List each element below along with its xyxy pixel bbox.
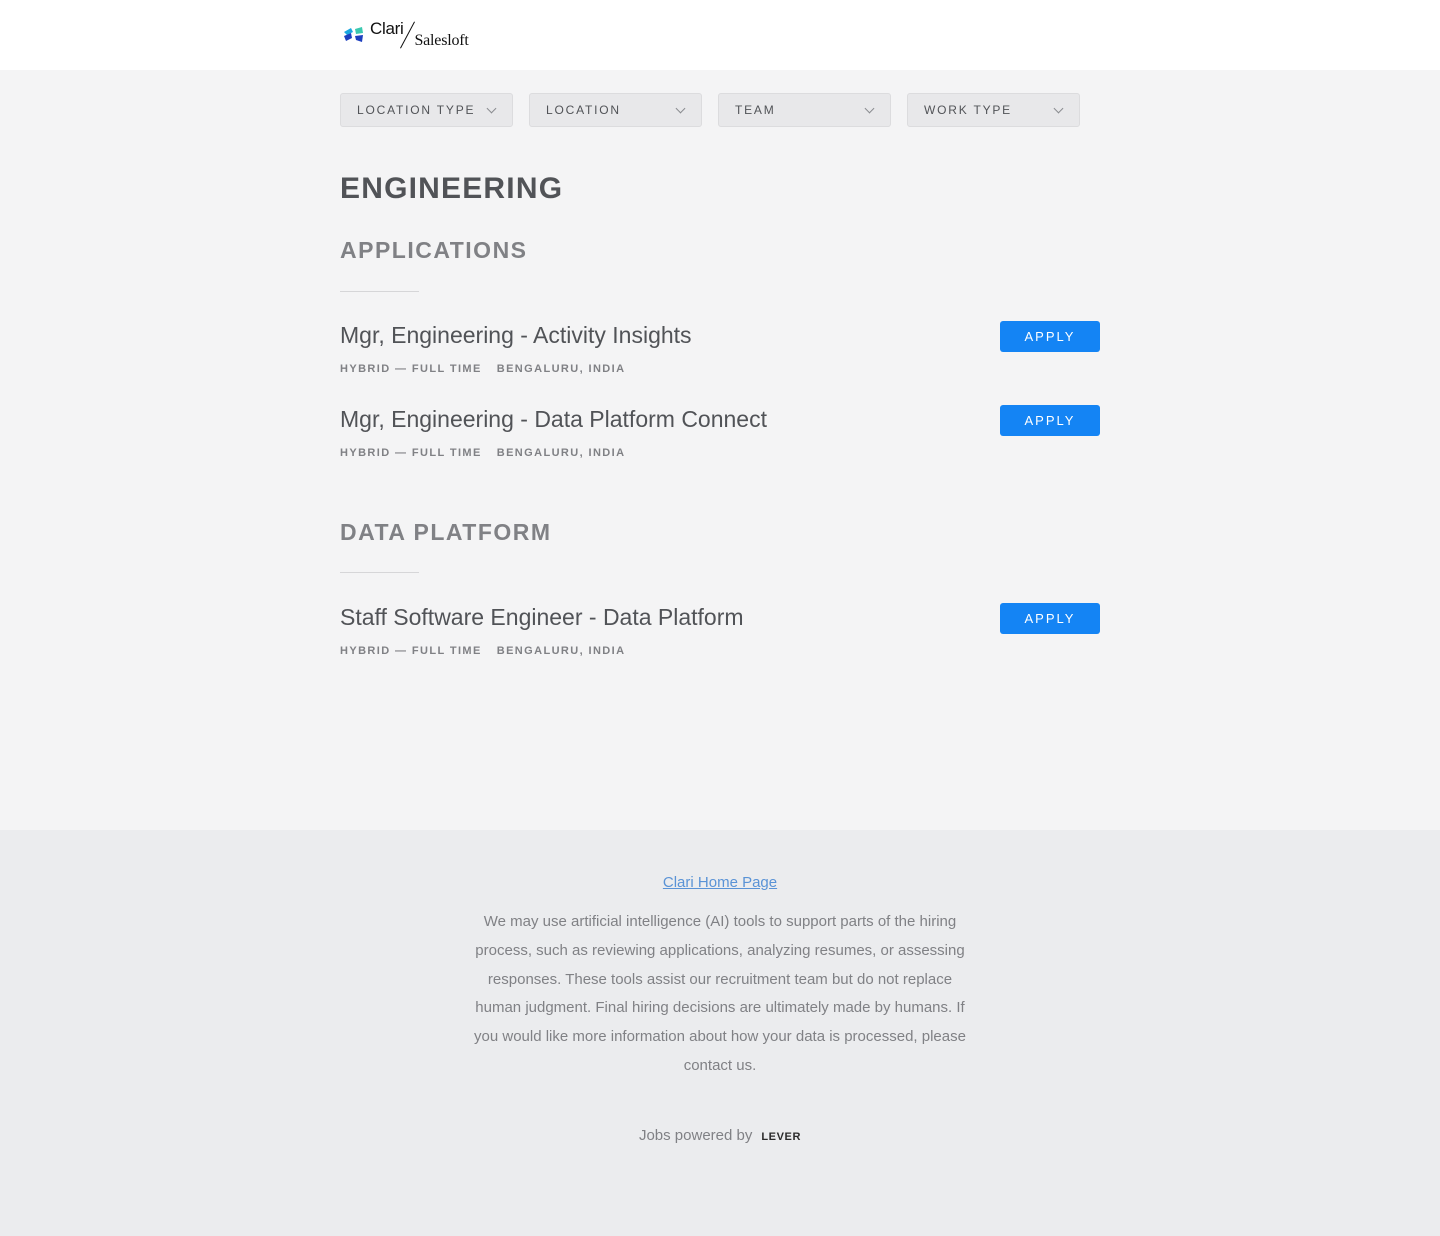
apply-button[interactable]: APPLY (1000, 321, 1100, 352)
apply-button[interactable]: APPLY (1000, 603, 1100, 634)
posting-title-link[interactable]: Mgr, Engineering - Activity Insights (340, 322, 692, 349)
chevron-down-icon (864, 103, 875, 113)
department-title: ENGINEERING (340, 172, 564, 205)
chevron-down-icon (1053, 103, 1064, 113)
lever-logo[interactable]: LEVER (761, 1131, 801, 1143)
posting-row: Mgr, Engineering - Data Platform Connect… (340, 405, 1100, 466)
logo-text-primary: Clari (370, 19, 404, 38)
filter-team[interactable]: TEAM (718, 93, 891, 127)
posting-row: Staff Software Engineer - Data Platform … (340, 603, 1100, 664)
posting-meta: HYBRID — FULL TIME BENGALURU, INDIA (340, 363, 625, 375)
posting-row: Mgr, Engineering - Activity Insights HYB… (340, 321, 1100, 382)
posting-location: BENGALURU, INDIA (496, 447, 626, 459)
posting-meta: HYBRID — FULL TIME BENGALURU, INDIA (340, 645, 625, 657)
filter-label: LOCATION TYPE (357, 103, 476, 117)
team-divider (340, 291, 419, 292)
logo-text-secondary: Salesloft (414, 32, 469, 49)
posting-commitment: HYBRID — FULL TIME (340, 645, 482, 657)
powered-by-text: Jobs powered by (638, 1127, 753, 1144)
page-footer: Clari Home Page We may use artificial in… (0, 830, 1440, 1236)
ai-disclaimer: We may use artificial intelligence (AI) … (474, 913, 966, 1074)
posting-location: BENGALURU, INDIA (496, 645, 626, 657)
team-title-data-platform: DATA PLATFORM (340, 519, 552, 545)
posting-commitment: HYBRID — FULL TIME (340, 447, 482, 459)
home-page-link[interactable]: Clari Home Page (0, 874, 1440, 891)
company-logo[interactable]: Clari Salesloft (342, 18, 469, 52)
posting-meta: HYBRID — FULL TIME BENGALURU, INDIA (340, 447, 625, 459)
filter-bar: LOCATION TYPE LOCATION TEAM WORK TYPE (340, 93, 1080, 127)
posting-title-link[interactable]: Mgr, Engineering - Data Platform Connect (340, 406, 767, 433)
filter-label: LOCATION (546, 103, 621, 117)
posting-title-link[interactable]: Staff Software Engineer - Data Platform (340, 604, 744, 631)
posting-commitment: HYBRID — FULL TIME (340, 363, 482, 375)
site-header: Clari Salesloft (0, 0, 1440, 70)
filter-label: WORK TYPE (924, 103, 1012, 117)
chevron-down-icon (486, 103, 497, 113)
apply-button[interactable]: APPLY (1000, 405, 1100, 436)
team-title-applications: APPLICATIONS (340, 237, 528, 263)
posting-location: BENGALURU, INDIA (496, 363, 626, 375)
clari-logo-icon (344, 27, 363, 42)
filter-work-type[interactable]: WORK TYPE (907, 93, 1080, 127)
filter-label: TEAM (735, 103, 776, 117)
postings-main: LOCATION TYPE LOCATION TEAM WORK TYPE EN… (0, 70, 1440, 830)
team-divider (340, 572, 419, 573)
chevron-down-icon (675, 103, 686, 113)
filter-location-type[interactable]: LOCATION TYPE (340, 93, 513, 127)
filter-location[interactable]: LOCATION (529, 93, 702, 127)
powered-by: Jobs powered by LEVER (0, 1127, 1440, 1144)
